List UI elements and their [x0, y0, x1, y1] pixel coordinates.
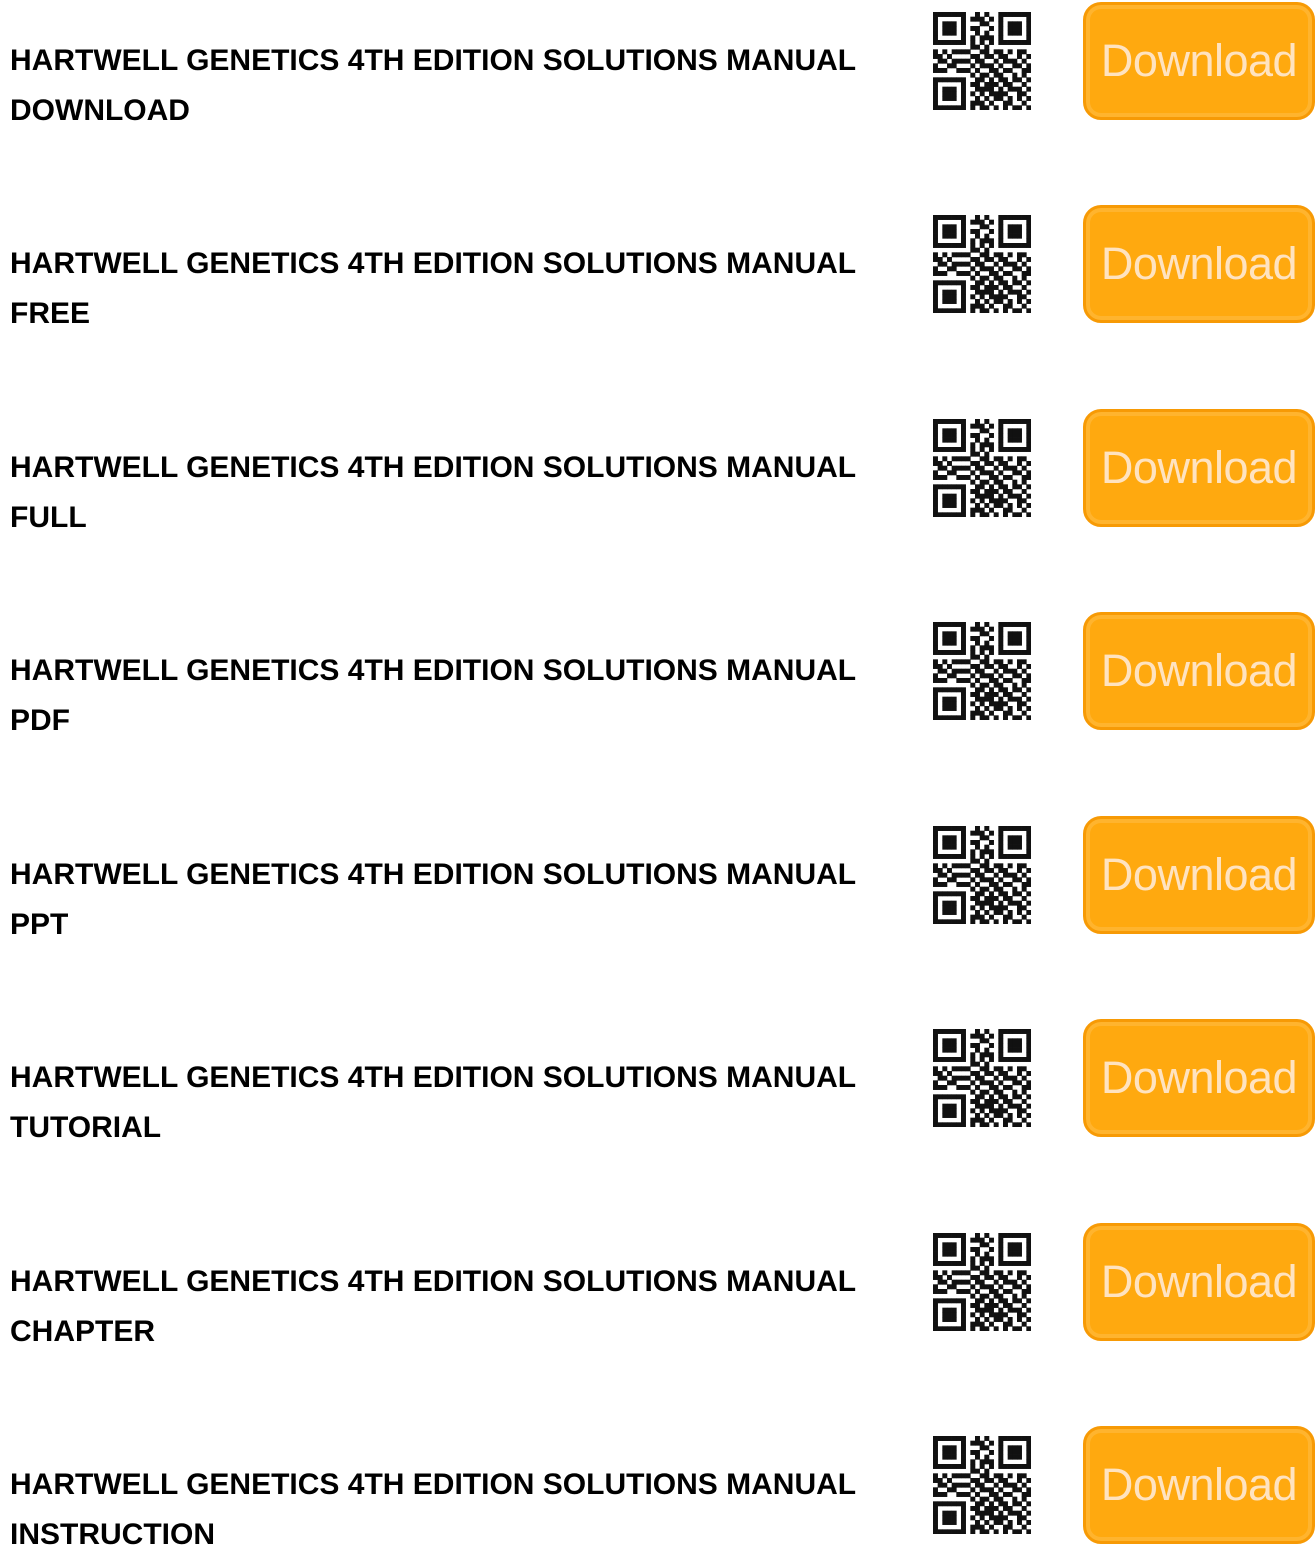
- list-item: HARTWELL GENETICS 4TH EDITION SOLUTIONS …: [0, 205, 1316, 330]
- download-button[interactable]: Download: [1083, 1426, 1315, 1544]
- item-title-line1: HARTWELL GENETICS 4TH EDITION SOLUTIONS …: [10, 858, 857, 891]
- list-item: HARTWELL GENETICS 4TH EDITION SOLUTIONS …: [0, 816, 1316, 941]
- list-item: HARTWELL GENETICS 4TH EDITION SOLUTIONS …: [0, 1223, 1316, 1348]
- download-button[interactable]: Download: [1083, 816, 1315, 934]
- item-title: HARTWELL GENETICS 4TH EDITION SOLUTIONS …: [10, 1053, 925, 1153]
- qr-code-icon: [933, 215, 1031, 313]
- item-title: HARTWELL GENETICS 4TH EDITION SOLUTIONS …: [10, 646, 925, 746]
- item-title-line2: PDF: [10, 704, 70, 737]
- list-item: HARTWELL GENETICS 4TH EDITION SOLUTIONS …: [0, 2, 1316, 127]
- item-title-line1: HARTWELL GENETICS 4TH EDITION SOLUTIONS …: [10, 44, 857, 77]
- qr-code-icon: [933, 1233, 1031, 1331]
- item-title-line1: HARTWELL GENETICS 4TH EDITION SOLUTIONS …: [10, 247, 857, 280]
- download-button[interactable]: Download: [1083, 205, 1315, 323]
- download-button[interactable]: Download: [1083, 1223, 1315, 1341]
- item-title-line2: DOWNLOAD: [10, 94, 190, 127]
- item-title-line2: PPT: [10, 908, 69, 941]
- item-title-line1: HARTWELL GENETICS 4TH EDITION SOLUTIONS …: [10, 451, 857, 484]
- qr-code-icon: [933, 826, 1031, 924]
- item-title: HARTWELL GENETICS 4TH EDITION SOLUTIONS …: [10, 850, 925, 950]
- item-title: HARTWELL GENETICS 4TH EDITION SOLUTIONS …: [10, 36, 925, 136]
- qr-code-icon: [933, 419, 1031, 517]
- qr-code-icon: [933, 622, 1031, 720]
- item-title-line1: HARTWELL GENETICS 4TH EDITION SOLUTIONS …: [10, 654, 857, 687]
- item-title-line2: CHAPTER: [10, 1315, 156, 1348]
- list-item: HARTWELL GENETICS 4TH EDITION SOLUTIONS …: [0, 1019, 1316, 1144]
- download-button[interactable]: Download: [1083, 612, 1315, 730]
- item-title: HARTWELL GENETICS 4TH EDITION SOLUTIONS …: [10, 1460, 925, 1560]
- item-title-line1: HARTWELL GENETICS 4TH EDITION SOLUTIONS …: [10, 1468, 857, 1501]
- qr-code-icon: [933, 12, 1031, 110]
- list-item: HARTWELL GENETICS 4TH EDITION SOLUTIONS …: [0, 1426, 1316, 1551]
- download-button[interactable]: Download: [1083, 2, 1315, 120]
- download-button[interactable]: Download: [1083, 1019, 1315, 1137]
- item-title-line1: HARTWELL GENETICS 4TH EDITION SOLUTIONS …: [10, 1061, 857, 1094]
- item-title-line2: INSTRUCTION: [10, 1518, 215, 1551]
- list-item: HARTWELL GENETICS 4TH EDITION SOLUTIONS …: [0, 612, 1316, 737]
- download-button[interactable]: Download: [1083, 409, 1315, 527]
- item-title-line2: TUTORIAL: [10, 1111, 162, 1144]
- list-item: HARTWELL GENETICS 4TH EDITION SOLUTIONS …: [0, 409, 1316, 534]
- item-title: HARTWELL GENETICS 4TH EDITION SOLUTIONS …: [10, 1257, 925, 1357]
- item-title: HARTWELL GENETICS 4TH EDITION SOLUTIONS …: [10, 239, 925, 339]
- item-title-line2: FULL: [10, 501, 87, 534]
- qr-code-icon: [933, 1436, 1031, 1534]
- item-title-line1: HARTWELL GENETICS 4TH EDITION SOLUTIONS …: [10, 1265, 857, 1298]
- item-title-line2: FREE: [10, 297, 91, 330]
- qr-code-icon: [933, 1029, 1031, 1127]
- item-title: HARTWELL GENETICS 4TH EDITION SOLUTIONS …: [10, 443, 925, 543]
